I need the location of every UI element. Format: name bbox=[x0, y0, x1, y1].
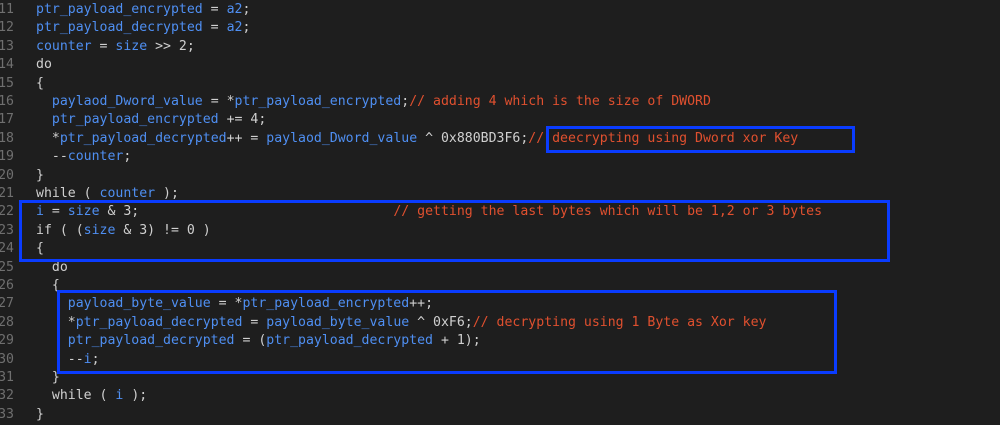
code-line[interactable]: counter = size >> 2; bbox=[36, 38, 195, 56]
line-number: 30 bbox=[0, 351, 14, 367]
code-identifier: ptr_payload_decrypted bbox=[36, 20, 203, 36]
code-token: ; bbox=[242, 20, 251, 36]
line-number: 19 bbox=[0, 149, 14, 165]
code-line[interactable]: ptr_payload_decrypted = a2; bbox=[36, 19, 250, 37]
code-token: = bbox=[91, 38, 116, 54]
code-comment: // adding 4 which is the size of DWORD bbox=[409, 94, 711, 109]
code-line[interactable]: do bbox=[36, 56, 52, 74]
code-token: { bbox=[36, 75, 44, 91]
code-line[interactable]: ptr_payload_encrypted = a2; bbox=[36, 1, 250, 19]
code-identifier: a2 bbox=[226, 20, 243, 36]
highlight-box-byte-xor-loop bbox=[57, 290, 837, 374]
code-line[interactable]: paylaod_Dword_value = *ptr_payload_encry… bbox=[36, 93, 711, 111]
code-identifier: counter bbox=[67, 149, 124, 165]
line-number: 15 bbox=[0, 75, 14, 91]
highlight-box-dword-key-comment bbox=[546, 126, 855, 153]
code-token: do bbox=[36, 57, 52, 73]
highlight-box-remaining-bytes bbox=[19, 200, 890, 262]
code-token: } bbox=[36, 406, 44, 422]
code-identifier: ptr_payload_decrypted bbox=[59, 130, 227, 146]
code-token: = bbox=[202, 20, 227, 36]
code-token: ; bbox=[242, 2, 251, 17]
line-number: 14 bbox=[0, 57, 14, 73]
line-number: 25 bbox=[0, 259, 14, 275]
code-identifier: ptr_payload_encrypted bbox=[51, 112, 219, 128]
line-number: 26 bbox=[0, 278, 14, 293]
line-number: 31 bbox=[0, 370, 14, 385]
line-number: 11 bbox=[0, 2, 14, 17]
line-number: 13 bbox=[0, 38, 14, 54]
line-number: 28 bbox=[0, 314, 14, 330]
code-line[interactable]: --counter; bbox=[36, 148, 131, 166]
code-line[interactable]: while ( i ); bbox=[36, 387, 147, 405]
line-number: 33 bbox=[0, 406, 14, 422]
code-token: >> 2; bbox=[147, 38, 195, 54]
code-token: = bbox=[202, 2, 227, 17]
code-identifier: ptr_payload_encrypted bbox=[234, 94, 402, 109]
code-token: * bbox=[51, 130, 60, 146]
code-token: while ( bbox=[36, 186, 100, 201]
code-token: -- bbox=[51, 149, 68, 165]
code-identifier: paylaod_Dword_value bbox=[266, 130, 418, 146]
line-number: 16 bbox=[0, 94, 14, 109]
code-line[interactable]: ptr_payload_encrypted += 4; bbox=[36, 111, 266, 129]
line-number: 20 bbox=[0, 167, 14, 183]
code-line[interactable]: } bbox=[36, 167, 44, 185]
code-token: ; bbox=[123, 149, 132, 165]
code-identifier: ptr_payload_encrypted bbox=[36, 2, 203, 17]
code-token: ; bbox=[401, 94, 410, 109]
code-token: ); bbox=[155, 186, 179, 201]
code-token: = * bbox=[202, 94, 235, 109]
line-number: 18 bbox=[0, 130, 14, 146]
line-number: 29 bbox=[0, 333, 14, 349]
code-line[interactable]: { bbox=[36, 75, 44, 93]
line-number: 17 bbox=[0, 112, 14, 128]
code-token: += 4; bbox=[218, 112, 267, 128]
line-number: 21 bbox=[0, 186, 14, 201]
code-token: ^ 0x880BD3F6; bbox=[417, 130, 529, 146]
code-token: while ( bbox=[51, 388, 116, 404]
code-identifier: a2 bbox=[226, 2, 243, 17]
line-number: 27 bbox=[0, 296, 14, 312]
code-token: ++ = bbox=[226, 130, 267, 146]
code-token: ); bbox=[123, 388, 148, 404]
line-number: 22 bbox=[0, 204, 14, 220]
code-identifier: paylaod_Dword_value bbox=[51, 94, 203, 109]
line-number: 32 bbox=[0, 388, 14, 404]
code-identifier: size bbox=[115, 38, 148, 54]
code-editor[interactable]: 11 ptr_payload_encrypted = a2; 12 ptr_paylo… bbox=[0, 0, 1000, 425]
code-line[interactable]: } bbox=[36, 406, 44, 424]
line-number: 24 bbox=[0, 241, 14, 257]
line-number: 12 bbox=[0, 20, 14, 36]
code-token: } bbox=[36, 167, 44, 183]
code-identifier: counter bbox=[36, 38, 92, 54]
code-identifier: counter bbox=[99, 186, 156, 201]
line-number: 23 bbox=[0, 222, 14, 238]
